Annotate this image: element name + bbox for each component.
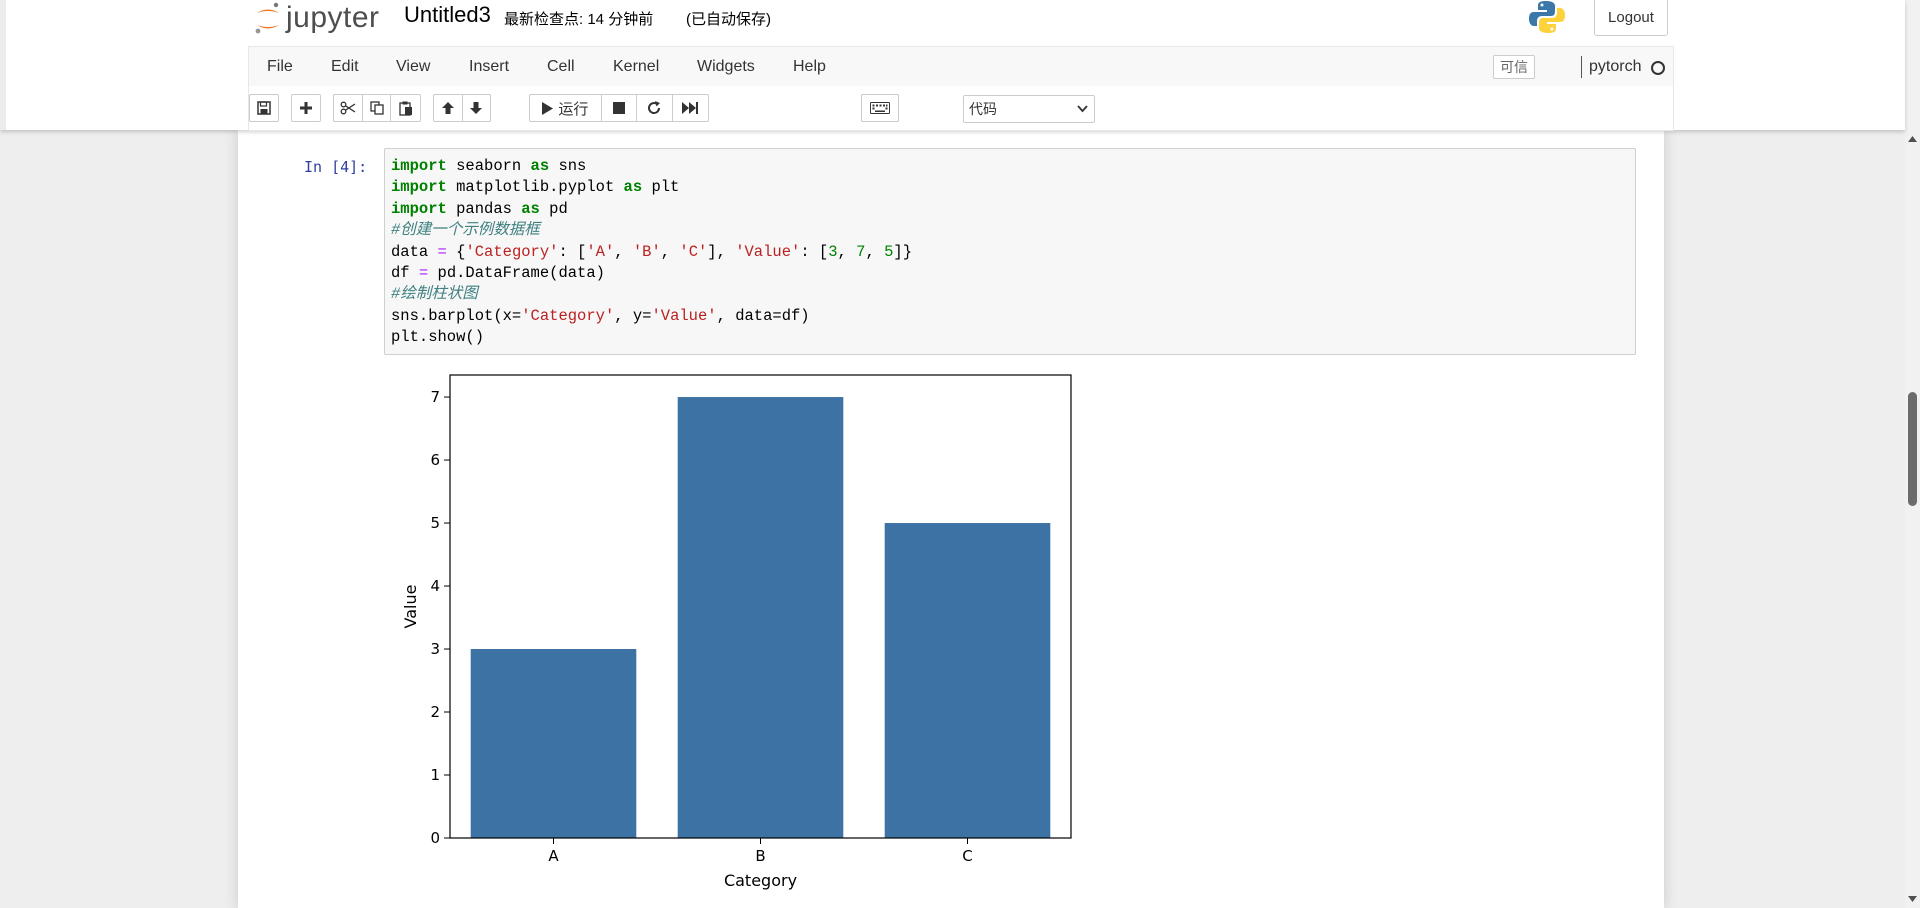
checkpoint-status: 最新检查点: 14 分钟前	[504, 11, 654, 28]
python-logo-icon	[1529, 1, 1565, 33]
restart-kernel-button[interactable]	[637, 95, 673, 121]
x-tick-label: C	[962, 847, 972, 865]
paste-button[interactable]	[391, 95, 420, 121]
menu-insert[interactable]: Insert	[469, 58, 509, 76]
save-button[interactable]	[249, 94, 279, 122]
command-palette-button[interactable]	[861, 94, 899, 122]
save-icon	[257, 101, 271, 115]
code-line: #绘制柱状图	[391, 285, 478, 304]
y-tick-label: 5	[430, 514, 440, 532]
insert-cell-button[interactable]	[291, 94, 321, 122]
vertical-scrollbar[interactable]	[1905, 0, 1920, 908]
chevron-down-icon	[1077, 105, 1088, 113]
code-line: df = pd.DataFrame(data)	[391, 264, 605, 283]
y-tick-label: 3	[430, 640, 440, 658]
paste-icon	[399, 101, 412, 116]
code-line: data = {'Category': ['A', 'B', 'C'], 'Va…	[391, 242, 912, 261]
restart-run-all-button[interactable]	[673, 95, 708, 121]
menu-edit[interactable]: Edit	[331, 58, 359, 76]
menu-kernel[interactable]: Kernel	[613, 58, 659, 76]
y-axis-label: Value	[401, 585, 420, 629]
fast-forward-icon	[682, 102, 699, 114]
autosave-status: (已自动保存)	[686, 11, 771, 28]
trusted-badge[interactable]: 可信	[1493, 55, 1535, 79]
menu-file[interactable]: File	[267, 58, 293, 76]
play-icon	[542, 101, 554, 115]
toolbar: 运行 代码	[248, 86, 1674, 131]
scrollbar-thumb[interactable]	[1908, 392, 1917, 506]
jupyter-logo-text: jupyter	[286, 1, 380, 34]
x-tick-label: A	[548, 847, 559, 865]
run-control-group: 运行	[529, 94, 709, 122]
scissors-icon	[340, 101, 356, 115]
refresh-icon	[648, 101, 661, 114]
stop-icon	[612, 102, 625, 114]
run-label: 运行	[558, 100, 589, 118]
interrupt-kernel-button[interactable]	[602, 95, 638, 121]
code-line: import matplotlib.pyplot as plt	[391, 178, 680, 197]
arrow-up-icon	[441, 102, 454, 114]
code-line: import seaborn as sns	[391, 157, 587, 175]
cut-button[interactable]	[334, 95, 363, 121]
move-down-button[interactable]	[463, 95, 491, 121]
cell-type-select[interactable]: 代码	[963, 95, 1095, 123]
bar-chart: 0 1 2 3 4 5 6 7 A B C Category Value	[401, 374, 1072, 890]
kernel-name[interactable]: pytorch	[1589, 58, 1641, 76]
menu-cell[interactable]: Cell	[547, 58, 575, 76]
y-tick-label: 4	[430, 577, 440, 595]
scroll-down-arrow-icon[interactable]	[1908, 896, 1917, 902]
code-line: plt.show()	[391, 328, 485, 347]
y-tick-label: 6	[430, 451, 440, 469]
bar-A	[470, 649, 637, 838]
code-cell-input[interactable]: import seaborn as sns import matplotlib.…	[384, 148, 1636, 355]
y-tick-label: 2	[430, 703, 440, 721]
menubar: File Edit View Insert Cell Kernel Widget…	[248, 46, 1674, 87]
notebook-title[interactable]: Untitled3	[404, 2, 491, 28]
arrow-down-icon	[470, 102, 483, 114]
cell-prompt: In [4]:	[304, 158, 368, 176]
menu-view[interactable]: View	[396, 58, 430, 76]
menu-help[interactable]: Help	[793, 58, 826, 76]
x-axis-label: Category	[724, 871, 797, 890]
y-tick-label: 1	[430, 766, 440, 784]
code-editor[interactable]: import seaborn as sns import matplotlib.…	[391, 156, 912, 349]
scroll-up-arrow-icon[interactable]	[1908, 136, 1917, 142]
jupyter-logo[interactable]: jupyter	[254, 0, 380, 36]
bar-C	[884, 523, 1051, 838]
logout-button[interactable]: Logout	[1594, 0, 1668, 36]
jupyter-logo-icon	[255, 2, 279, 34]
move-group	[433, 94, 491, 122]
code-line: sns.barplot(x='Category', y='Value', dat…	[391, 306, 810, 325]
y-tick-label: 7	[430, 388, 440, 406]
cell-type-value: 代码	[969, 101, 997, 117]
clipboard-group	[333, 94, 421, 122]
move-up-button[interactable]	[434, 95, 463, 121]
code-line: #创建一个示例数据框	[391, 221, 540, 240]
copy-icon	[369, 101, 384, 115]
header: jupyter Untitled3 最新检查点: 14 分钟前 (已自动保存) …	[0, 0, 1905, 131]
keyboard-icon	[870, 102, 890, 114]
plus-icon	[300, 102, 312, 114]
bar-B	[677, 397, 844, 838]
kernel-separator	[1581, 56, 1582, 78]
menu-widgets[interactable]: Widgets	[697, 58, 755, 76]
run-button[interactable]: 运行	[530, 95, 602, 121]
kernel-idle-indicator-icon	[1651, 61, 1665, 75]
y-tick-label: 0	[430, 829, 440, 847]
left-edge	[0, 0, 6, 130]
code-line: import pandas as pd	[391, 199, 568, 218]
x-tick-label: B	[755, 847, 765, 865]
copy-button[interactable]	[363, 95, 392, 121]
